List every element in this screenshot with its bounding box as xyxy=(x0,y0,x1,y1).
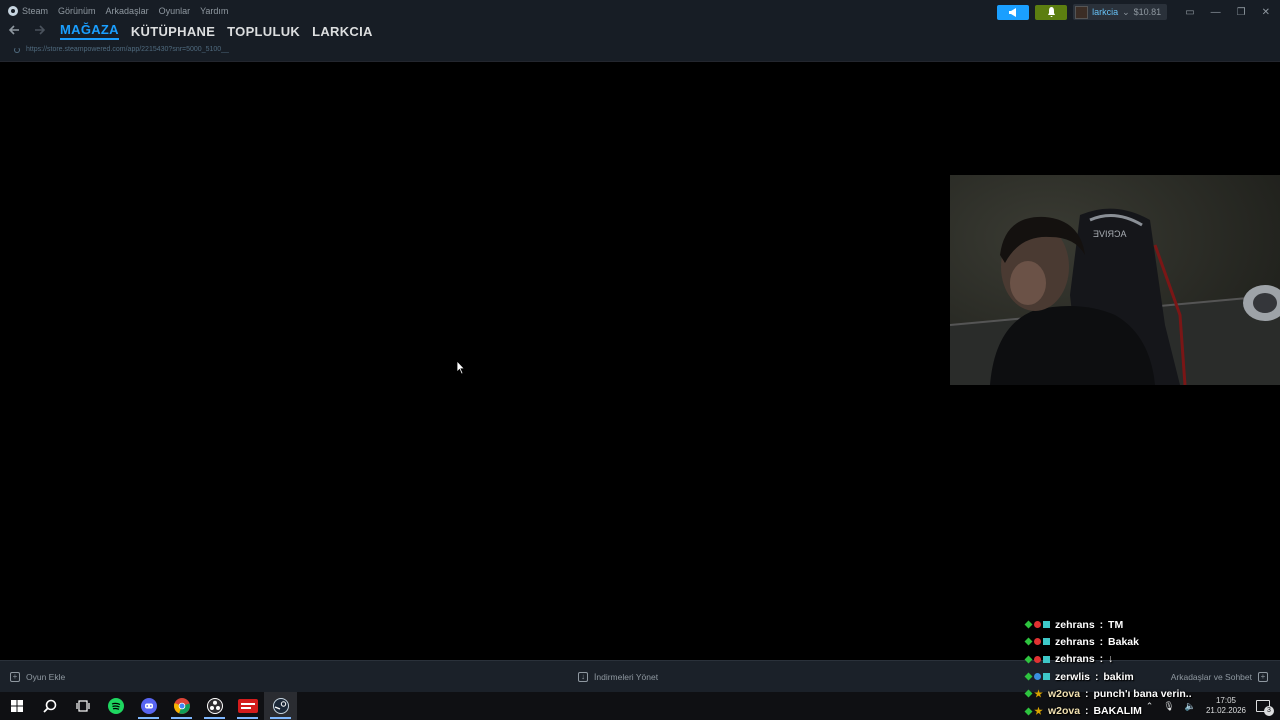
menu-item-help[interactable]: Yardım xyxy=(200,6,228,16)
voicemod-icon[interactable] xyxy=(231,692,264,720)
chat-message: zehrans : TM xyxy=(1024,616,1280,633)
chat-text: ↓ xyxy=(1108,653,1114,666)
chat-separator: : xyxy=(1096,653,1107,666)
chat-separator: : xyxy=(1096,635,1107,648)
webcam-overlay: ƎVIЯƆA xyxy=(950,175,1280,385)
add-game-label: Oyun Ekle xyxy=(26,672,66,682)
chat-message: w2ova : BAKALIM xyxy=(1024,702,1280,719)
task-view-icon[interactable] xyxy=(66,692,99,720)
chevron-down-icon: ⌄ xyxy=(1122,6,1130,17)
back-arrow-icon[interactable] xyxy=(8,23,22,39)
chat-username: zehrans xyxy=(1055,618,1095,631)
chat-username: zerwlis xyxy=(1055,670,1091,683)
chrome-icon[interactable] xyxy=(165,692,198,720)
download-icon: ↓ xyxy=(578,672,588,682)
taskbar-apps xyxy=(0,692,297,720)
steam-icon[interactable] xyxy=(264,692,297,720)
tab-library[interactable]: KÜTÜPHANE xyxy=(131,24,215,39)
add-game-button[interactable]: + Oyun Ekle xyxy=(10,672,65,682)
forward-arrow-icon[interactable] xyxy=(34,23,48,39)
big-picture-icon[interactable]: ▭ xyxy=(1185,7,1194,18)
announcements-button[interactable] xyxy=(997,4,1030,20)
chat-message: w2ova : punch'ı bana verin.. xyxy=(1024,685,1280,702)
chat-message: zehrans : ↓ xyxy=(1024,651,1280,668)
menu-item-games[interactable]: Oyunlar xyxy=(159,6,191,16)
chat-username: zehrans xyxy=(1055,653,1095,666)
start-icon[interactable] xyxy=(0,692,33,720)
steam-header: Steam Görünüm Arkadaşlar Oyunlar Yardım … xyxy=(0,0,1280,62)
chat-badge-icon xyxy=(1034,689,1043,698)
nav-row: MAĞAZA KÜTÜPHANE TOPLULUK LARKCIA xyxy=(8,22,373,40)
chat-badge-icon xyxy=(1043,638,1050,646)
menu-bar: Steam Görünüm Arkadaşlar Oyunlar Yardım xyxy=(8,6,228,16)
chat-badge-icon xyxy=(1024,672,1033,681)
chat-text: bakim xyxy=(1103,670,1134,683)
bell-icon xyxy=(1047,7,1055,17)
mouse-cursor-icon xyxy=(456,360,466,380)
chat-separator: : xyxy=(1092,670,1102,683)
chat-badge-icon xyxy=(1024,655,1033,664)
chat-username: w2ova xyxy=(1048,687,1081,700)
svg-text:ƎVIЯƆA: ƎVIЯƆA xyxy=(1093,229,1127,239)
stream-chat-overlay: zehrans : TM zehrans : Bakak zehrans : ↓ ze… xyxy=(1024,616,1280,720)
chat-badge-icon xyxy=(1024,620,1033,629)
chat-badge-icon xyxy=(1034,638,1041,646)
chat-message: zerwlis : bakim xyxy=(1024,668,1280,685)
account-name: larkcia xyxy=(1092,7,1119,17)
wallet-balance: $10.81 xyxy=(1133,7,1162,17)
url-text[interactable]: https://store.steampowered.com/app/22154… xyxy=(26,46,229,53)
chat-text: punch'ı bana verin.. xyxy=(1093,687,1192,700)
chat-badge-icon xyxy=(1043,673,1050,681)
plus-icon: + xyxy=(10,672,20,682)
window-controls: ▭ — ❐ ✕ xyxy=(1173,7,1280,18)
avatar xyxy=(1075,5,1089,19)
chat-badge-icon xyxy=(1034,673,1041,681)
chat-separator: : xyxy=(1082,705,1092,718)
obs-icon[interactable] xyxy=(198,692,231,720)
chat-badge-icon xyxy=(1034,621,1041,629)
chat-separator: : xyxy=(1096,618,1107,631)
minimize-icon[interactable]: — xyxy=(1211,7,1221,18)
url-bar: https://store.steampowered.com/app/22154… xyxy=(14,46,229,53)
tab-store[interactable]: MAĞAZA xyxy=(60,22,119,40)
chat-text: TM xyxy=(1108,618,1124,631)
manage-downloads-button[interactable]: ↓ İndirmeleri Yönet xyxy=(578,672,658,682)
steam-window: Steam Görünüm Arkadaşlar Oyunlar Yardım … xyxy=(0,0,1280,720)
steam-logo-icon xyxy=(8,6,18,16)
chat-badge-icon xyxy=(1034,655,1041,663)
chat-text: BAKALIM xyxy=(1093,705,1142,718)
notifications-button[interactable] xyxy=(1035,4,1068,20)
chat-text: Bakak xyxy=(1108,635,1139,648)
chat-badge-icon xyxy=(1024,637,1033,646)
menu-item-friends[interactable]: Arkadaşlar xyxy=(106,6,149,16)
manage-downloads-label: İndirmeleri Yönet xyxy=(594,672,659,682)
chat-separator: : xyxy=(1082,687,1092,700)
megaphone-icon xyxy=(1008,7,1016,17)
chat-badge-icon xyxy=(1034,706,1043,715)
chat-badge-icon xyxy=(1024,707,1033,716)
account-menu[interactable]: larkcia ⌄ $10.81 xyxy=(1073,4,1168,20)
tab-community[interactable]: TOPLULUK xyxy=(227,24,300,39)
chat-badge-icon xyxy=(1043,621,1050,629)
chat-badge-icon xyxy=(1024,689,1033,698)
discord-icon[interactable] xyxy=(132,692,165,720)
menu-item-view[interactable]: Görünüm xyxy=(58,6,96,16)
loading-spinner-icon xyxy=(14,46,20,53)
menu-item-steam[interactable]: Steam xyxy=(8,6,48,16)
chat-badge-icon xyxy=(1043,655,1050,663)
close-icon[interactable]: ✕ xyxy=(1262,7,1270,18)
tab-profile[interactable]: LARKCIA xyxy=(312,24,373,39)
chat-message: zehrans : Bakak xyxy=(1024,633,1280,650)
maximize-icon[interactable]: ❐ xyxy=(1237,7,1246,18)
chat-username: w2ova xyxy=(1048,705,1081,718)
header-actions: larkcia ⌄ $10.81 ▭ — ❐ ✕ xyxy=(997,4,1280,20)
search-icon[interactable] xyxy=(33,692,66,720)
spotify-icon[interactable] xyxy=(99,692,132,720)
chat-username: zehrans xyxy=(1055,635,1095,648)
